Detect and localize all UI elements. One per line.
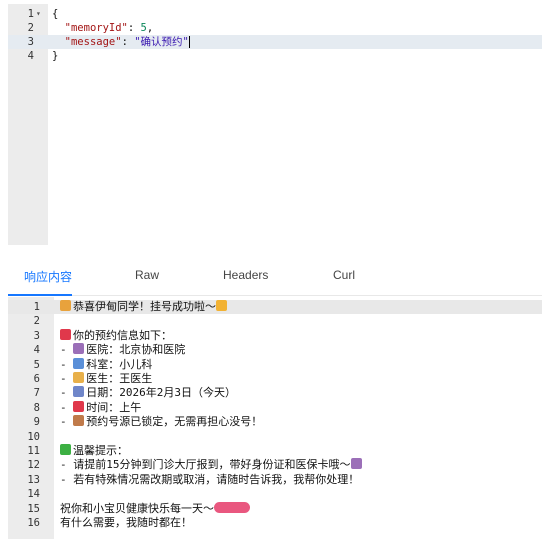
line-number: 9	[33, 416, 40, 429]
response-tabs: 响应内容 Raw Headers Curl	[8, 260, 542, 296]
request-body-editor[interactable]: 1 ▾{2 "memoryId": 5, 3 "message": "确认预约" 4}	[8, 4, 542, 245]
code-text: "message": "确认预约"	[64, 36, 190, 48]
hospital-icon	[350, 458, 362, 470]
text-caret	[188, 36, 190, 48]
response-code-area[interactable]: 1 恭喜伊甸同学！挂号成功啦～ 2 3 你的预约信息如下： 4 - 医院：北京协和医院 5 - …	[8, 297, 542, 539]
party-icon	[60, 300, 71, 311]
response-code-line: 4 - 医院：北京协和医院	[8, 343, 542, 357]
response-text: - 时间：上午	[60, 400, 142, 414]
code-text: "memoryId": 5,	[64, 22, 154, 34]
line-number: 8	[33, 401, 40, 414]
response-code-line: 6 - 医生：王医生	[8, 372, 542, 386]
line-number: 4	[27, 50, 34, 62]
line-number: 15	[27, 502, 40, 515]
hospital-icon	[73, 343, 85, 355]
line-number: 11	[27, 445, 40, 457]
line-number: 3	[27, 36, 34, 48]
response-text: 温馨提示：	[60, 444, 128, 458]
memo-icon	[73, 415, 85, 427]
flower-baby-heart-icons	[214, 501, 250, 513]
response-code-line: 12 - 请提前15分钟到门诊大厅报到，带好身份证和医保卡哦～	[8, 458, 542, 472]
stethoscope-icon	[73, 357, 85, 369]
doctor-icon	[73, 372, 85, 383]
response-body-viewer[interactable]: 1 恭喜伊甸同学！挂号成功啦～ 2 3 你的预约信息如下： 4 - 医院：北京协和医院 5 - …	[8, 297, 542, 539]
fold-toggle-icon[interactable]: ▾	[36, 7, 41, 21]
request-code-line: 4}	[8, 49, 542, 63]
response-code-line: 13 - 若有特殊情况需改期或取消，请随时告诉我，我帮你处理！	[8, 473, 542, 487]
response-text: - 请提前15分钟到门诊大厅报到，带好身份证和医保卡哦～	[60, 458, 364, 472]
code-text: }	[52, 50, 59, 62]
request-code-line: 3 "message": "确认预约"	[8, 35, 542, 49]
response-text: - 医生：王医生	[60, 372, 153, 385]
line-number: 16	[27, 517, 40, 529]
response-code-line: 5 - 科室：小儿科	[8, 357, 542, 372]
code-text: {	[52, 8, 59, 20]
line-number: 3	[33, 329, 40, 342]
response-text: - 医院：北京协和医院	[60, 343, 186, 357]
response-text: - 日期：2026年2月3日（今天）	[60, 386, 236, 400]
clock-icon	[73, 400, 85, 412]
request-code-area[interactable]: 1 ▾{2 "memoryId": 5, 3 "message": "确认预约" 4}	[8, 4, 542, 245]
response-code-line: 3 你的预约信息如下：	[8, 328, 542, 343]
calendar-icon	[73, 386, 85, 398]
response-code-line: 2	[8, 314, 542, 328]
response-text: 有什么需要，我随时都在！	[60, 516, 192, 529]
response-code-line: 15 祝你和小宝贝健康快乐每一天～	[8, 501, 542, 516]
response-code-line: 14	[8, 487, 542, 501]
sparkle-icon	[216, 300, 227, 311]
line-number: 5	[33, 358, 40, 371]
response-text: - 预约号源已锁定，无需再担心没号！	[60, 415, 263, 429]
tab-response-content[interactable]: 响应内容	[24, 268, 72, 285]
tab-raw[interactable]: Raw	[135, 268, 159, 282]
line-number: 12	[27, 459, 40, 472]
line-number: 1	[33, 301, 40, 313]
pin-icon	[60, 328, 71, 340]
response-code-line: 10	[8, 430, 542, 444]
response-text: 你的预约信息如下：	[60, 328, 172, 343]
request-code-line: 2 "memoryId": 5,	[8, 21, 542, 35]
response-code-line: 8 - 时间：上午	[8, 400, 542, 415]
response-text: 恭喜伊甸同学！挂号成功啦～	[60, 300, 229, 314]
response-code-line: 9 - 预约号源已锁定，无需再担心没号！	[8, 415, 542, 429]
line-number: 10	[27, 430, 40, 443]
line-number: 14	[27, 488, 40, 501]
check-icon	[60, 444, 71, 455]
line-number: 4	[33, 344, 40, 357]
response-code-line: 7 - 日期：2026年2月3日（今天）	[8, 386, 542, 400]
request-code-line: 1 ▾ {	[8, 7, 542, 21]
response-code-line: 1 恭喜伊甸同学！挂号成功啦～	[8, 300, 542, 314]
line-number: 13	[27, 473, 40, 486]
line-number: 6	[33, 373, 40, 385]
response-text: - 科室：小儿科	[60, 357, 153, 371]
tabs-divider	[8, 295, 542, 296]
response-code-line: 11 温馨提示：	[8, 444, 542, 458]
response-text: 祝你和小宝贝健康快乐每一天～	[60, 501, 252, 516]
line-number: 2	[27, 22, 34, 34]
line-number: 1	[27, 8, 34, 20]
tab-headers[interactable]: Headers	[223, 268, 268, 282]
line-number: 2	[33, 315, 40, 328]
line-number: 7	[33, 387, 40, 400]
tab-curl[interactable]: Curl	[333, 268, 355, 282]
active-tab-indicator	[8, 294, 72, 296]
response-code-line: 16 有什么需要，我随时都在！	[8, 516, 542, 530]
response-text: - 若有特殊情况需改期或取消，请随时告诉我，我帮你处理！	[60, 472, 360, 486]
